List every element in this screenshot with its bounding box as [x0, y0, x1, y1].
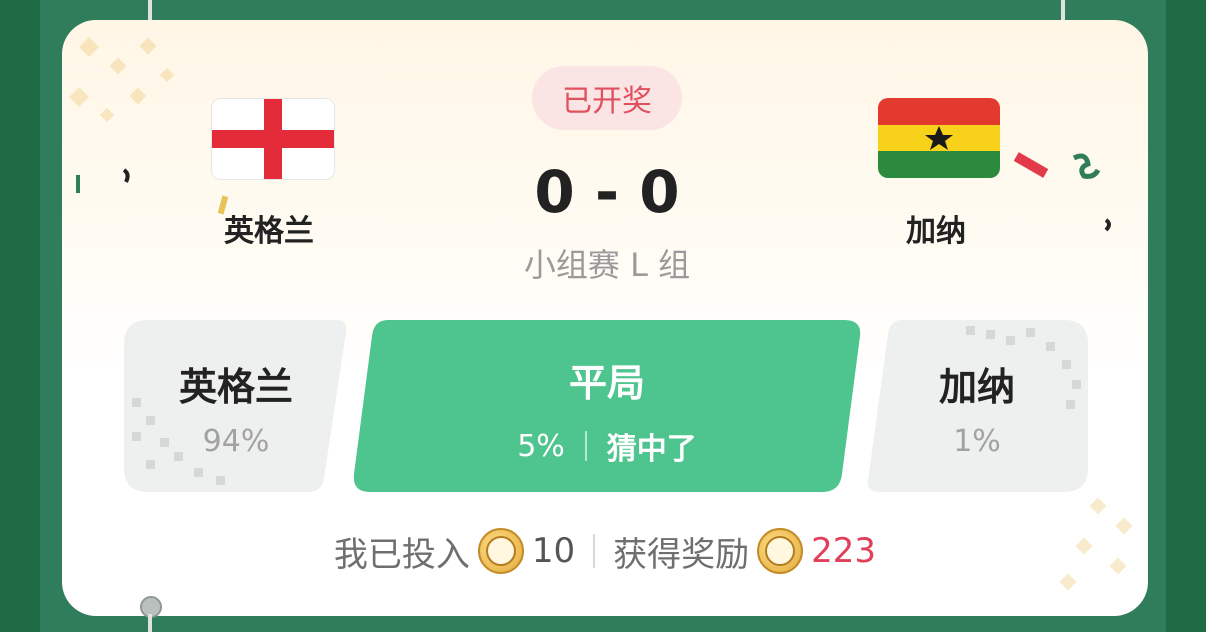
option-home-win[interactable]: 英格兰 94%: [124, 320, 348, 492]
confetti-decoration-right: [1013, 152, 1111, 232]
bet-summary: 我已投入 10 获得奖励 223: [62, 528, 1148, 575]
reward-label: 获得奖励: [613, 534, 750, 575]
option-home-percent: 94%: [202, 424, 270, 459]
option-home-label: 英格兰: [178, 365, 293, 409]
option-draw-percent: 5%: [517, 428, 565, 464]
option-away-win[interactable]: 加纳 1%: [866, 320, 1088, 492]
coin-icon: [477, 528, 524, 574]
hanging-string-bottom-left: [148, 614, 152, 632]
match-score: 0 - 0: [534, 158, 680, 226]
away-team-name: 加纳: [906, 214, 966, 249]
england-flag-icon: [211, 98, 335, 180]
confetti-decoration-bottom-right: [1059, 497, 1133, 591]
option-draw-label: 平局: [568, 361, 645, 405]
option-away-label: 加纳: [938, 365, 1015, 409]
option-draw-stats: 5% 猜中了: [352, 424, 862, 468]
background-stripe-right: [1166, 0, 1206, 632]
option-draw-selected[interactable]: 平局 5% 猜中了: [352, 320, 862, 492]
option-draw-result: 猜中了: [606, 432, 697, 467]
match-card[interactable]: 已开奖 英格兰 0 - 0 小组赛 L 组 加纳 英格兰 94% 平局 5% 猜…: [62, 20, 1148, 616]
invest-amount: 10: [531, 531, 576, 571]
background-stripe-left: [0, 0, 40, 632]
coin-icon: [757, 528, 804, 574]
option-draw-divider: [584, 431, 587, 461]
option-away-percent: 1%: [953, 424, 1001, 459]
reward-amount: 223: [811, 531, 877, 571]
footer-divider: [593, 534, 596, 568]
ghana-flag-icon: [878, 98, 1000, 178]
status-badge: 已开奖: [532, 66, 682, 130]
home-team-name: 英格兰: [224, 214, 314, 249]
match-stage: 小组赛 L 组: [523, 246, 691, 284]
invest-label: 我已投入: [333, 534, 470, 575]
